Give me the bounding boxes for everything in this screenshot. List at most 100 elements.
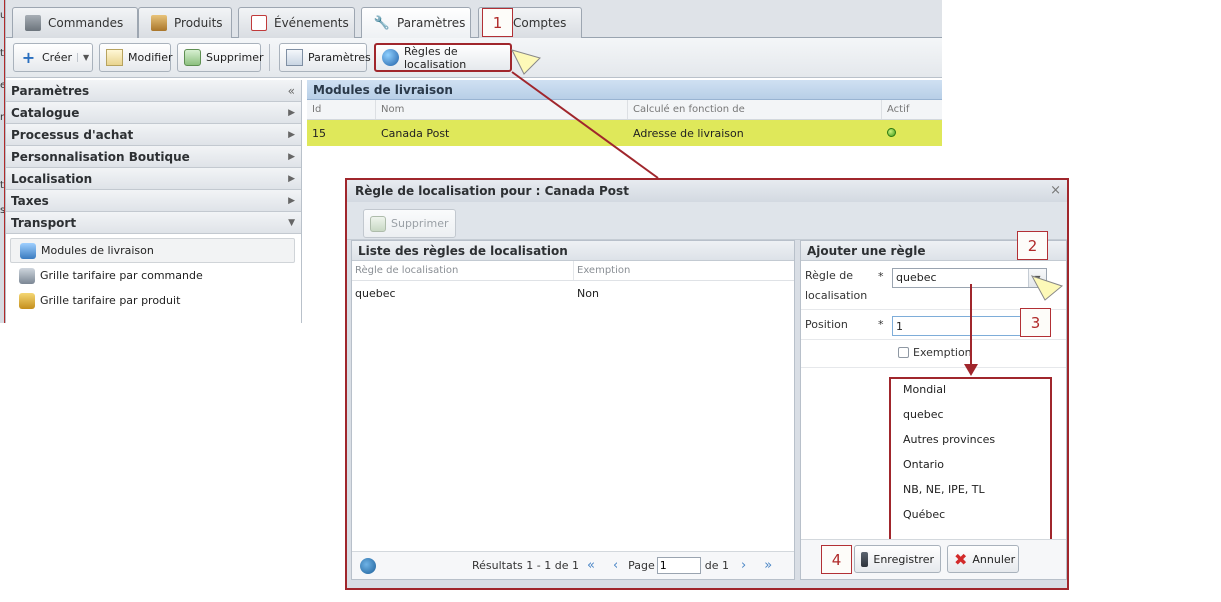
section-label: Localisation [11, 171, 93, 186]
cell-basis: Adresse de livraison [633, 126, 744, 140]
edit-icon [106, 49, 123, 66]
table-row[interactable]: quebec Non [352, 281, 794, 305]
column-header[interactable]: Actif [882, 100, 940, 119]
column-header[interactable]: Exemption [574, 261, 774, 280]
dialog-toolbar: Supprimer [347, 202, 1067, 240]
column-header[interactable]: Nom [376, 100, 628, 119]
sidebar-section-taxes[interactable]: Taxes ▶ [6, 190, 301, 212]
prev-page-icon[interactable]: ‹ [613, 558, 618, 573]
close-icon[interactable]: × [1050, 183, 1061, 198]
first-page-icon[interactable]: « [587, 558, 595, 573]
item-label: Grille tarifaire par commande [40, 269, 203, 282]
page-label: Page [628, 559, 655, 572]
rules-list-panel: Liste des règles de localisation Règle d… [351, 240, 795, 580]
main-tab-bar: Commandes Produits Événements 🔧 Paramètr… [6, 0, 942, 38]
column-header[interactable]: Règle de localisation [352, 261, 574, 280]
chevron-down-icon[interactable]: ▼ [77, 53, 89, 62]
globe-icon [382, 49, 399, 66]
position-input[interactable] [892, 316, 1022, 336]
tab-parametres[interactable]: 🔧 Paramètres [361, 7, 471, 38]
exemption-row: Exemption [801, 340, 1066, 368]
sidebar-section-processus-achat[interactable]: Processus d'achat ▶ [6, 124, 301, 146]
localization-rules-button[interactable]: Règles de localisation [374, 43, 512, 72]
save-button[interactable]: Enregistrer [854, 545, 941, 573]
sidebar-title: Paramètres « [6, 80, 301, 102]
rule-combo[interactable]: quebec ▼ [892, 268, 1047, 288]
trash-icon [370, 215, 386, 232]
position-label: Position [805, 318, 848, 331]
events-icon [251, 15, 267, 31]
chevron-down-icon[interactable]: ▼ [1028, 269, 1046, 287]
chevron-right-icon: ▶ [288, 107, 295, 118]
wrench-icon: 🔧 [373, 15, 391, 31]
item-label: Grille tarifaire par produit [40, 294, 181, 307]
chevron-right-icon: ▶ [288, 173, 295, 184]
chevron-right-icon: ▶ [288, 129, 295, 140]
tab-label: Produits [174, 16, 223, 30]
chevron-right-icon: ▶ [288, 195, 295, 206]
dropdown-option[interactable]: NB, NE, IPE, TL [891, 479, 1050, 504]
sidebar-section-localisation[interactable]: Localisation ▶ [6, 168, 301, 190]
refresh-icon[interactable] [360, 557, 376, 574]
required-mark: * [878, 318, 884, 331]
last-page-icon[interactable]: » [764, 558, 772, 573]
dropdown-option[interactable]: Autres provinces [891, 429, 1050, 454]
section-label: Personnalisation Boutique [11, 149, 190, 164]
dialog-title: Règle de localisation pour : Canada Post [347, 180, 1067, 202]
sidebar-title-label: Paramètres [11, 83, 90, 98]
dropdown-option[interactable]: quebec [891, 404, 1050, 429]
section-label: Catalogue [11, 105, 80, 120]
rate-grid-icon [19, 267, 35, 284]
sidebar-section-personnalisation[interactable]: Personnalisation Boutique ▶ [6, 146, 301, 168]
clipboard-icon [286, 49, 303, 66]
dropdown-option[interactable]: Ontario [891, 454, 1050, 479]
exemption-checkbox[interactable] [898, 347, 909, 358]
orders-icon [25, 15, 41, 31]
collapse-icon[interactable]: « [288, 84, 295, 98]
dialog-delete-label: Supprimer [391, 217, 449, 230]
sidebar-item-modules-livraison[interactable]: Modules de livraison [10, 238, 295, 263]
tab-produits[interactable]: Produits [138, 7, 232, 38]
create-button[interactable]: + Créer ▼ [13, 43, 93, 72]
sidebar-item-grille-commande[interactable]: Grille tarifaire par commande [6, 263, 295, 288]
rule-label: Règle de [805, 269, 853, 282]
product-grid-icon [19, 292, 35, 309]
edit-button[interactable]: Modifier [99, 43, 172, 72]
localization-rules-label: Règles de localisation [404, 44, 467, 71]
next-page-icon[interactable]: › [741, 558, 746, 573]
tab-evenements[interactable]: Événements [238, 7, 355, 38]
item-label: Modules de livraison [41, 244, 154, 257]
tab-label: Commandes [48, 16, 124, 30]
shipping-module-icon [20, 242, 36, 259]
table-row[interactable]: 15 Canada Post Adresse de livraison [307, 120, 942, 146]
dropdown-option[interactable]: Québec [891, 504, 1050, 529]
callout-3: 3 [1020, 308, 1051, 337]
params-button[interactable]: Paramètres [279, 43, 371, 72]
rules-list-title: Liste des règles de localisation [352, 241, 794, 261]
tab-commandes[interactable]: Commandes [12, 7, 138, 38]
page-input[interactable] [656, 557, 701, 574]
column-header[interactable]: Id [307, 100, 376, 119]
settings-sidebar: Paramètres « Catalogue ▶ Processus d'ach… [6, 80, 302, 323]
products-icon [151, 15, 167, 31]
rule-combo-value: quebec [896, 271, 937, 284]
delete-button[interactable]: Supprimer [177, 43, 264, 72]
section-label: Processus d'achat [11, 127, 134, 142]
required-mark: * [878, 270, 884, 283]
toolbar-separator [269, 44, 270, 71]
column-header[interactable]: Calculé en fonction de [628, 100, 882, 119]
params-label: Paramètres [308, 51, 371, 64]
dropdown-option[interactable]: Mondial [891, 379, 1050, 404]
main-toolbar: + Créer ▼ Modifier Supprimer Paramètres … [6, 38, 942, 78]
cancel-button[interactable]: ✖ Annuler [947, 545, 1019, 573]
results-count: Résultats 1 - 1 de 1 [472, 559, 579, 572]
sidebar-item-grille-produit[interactable]: Grille tarifaire par produit [6, 288, 295, 313]
cell-exemption: Non [577, 286, 599, 300]
sidebar-section-catalogue[interactable]: Catalogue ▶ [6, 102, 301, 124]
chevron-down-icon: ▼ [288, 217, 295, 228]
localization-rule-dialog: Règle de localisation pour : Canada Post… [345, 178, 1069, 590]
dialog-delete-button[interactable]: Supprimer [363, 209, 456, 238]
sidebar-section-transport[interactable]: Transport ▼ [6, 212, 301, 234]
delete-label: Supprimer [206, 51, 264, 64]
plus-icon: + [21, 48, 36, 67]
